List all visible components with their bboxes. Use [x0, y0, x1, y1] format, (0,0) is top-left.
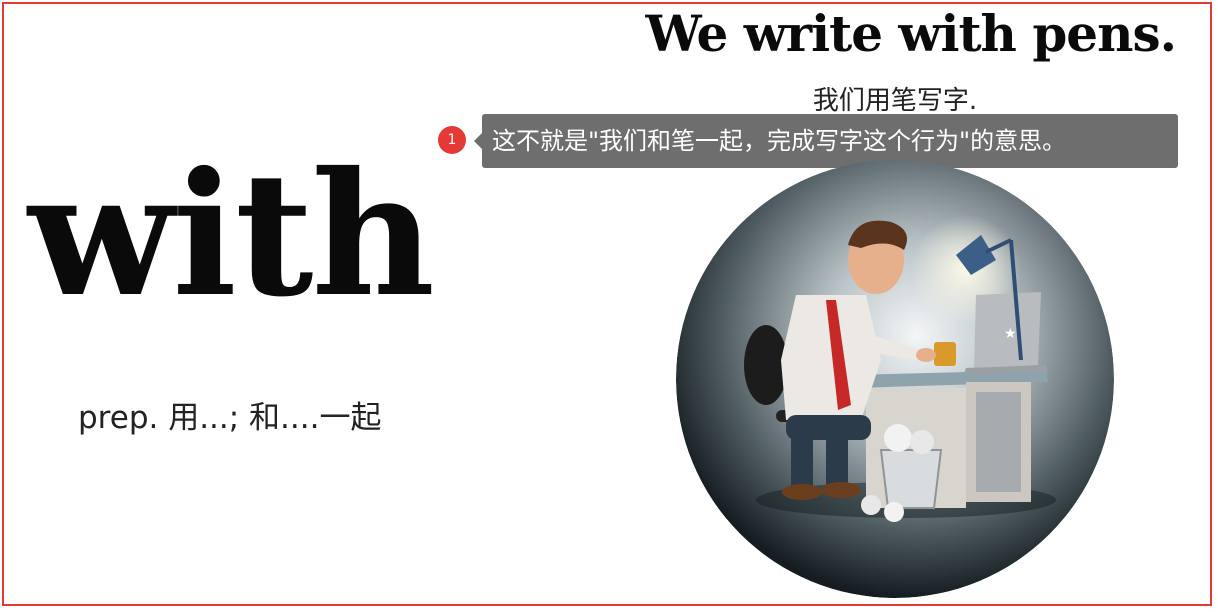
man-writing-at-desk-illustration: ★ [676, 160, 1114, 598]
word-definition: prep. 用...; 和....一起 [78, 400, 382, 436]
annotation-bubble[interactable]: 这不就是"我们和笔一起，完成写字这个行为"的意思。 [482, 114, 1178, 168]
annotation-number-badge[interactable]: 1 [438, 126, 466, 154]
svg-text:★: ★ [1004, 326, 1017, 342]
vocabulary-word: with [28, 135, 435, 335]
example-translation: 我们用笔写字. [812, 86, 978, 116]
example-sentence: We write with pens. [645, 4, 1177, 63]
annotation-pointer-arrow [474, 133, 482, 149]
